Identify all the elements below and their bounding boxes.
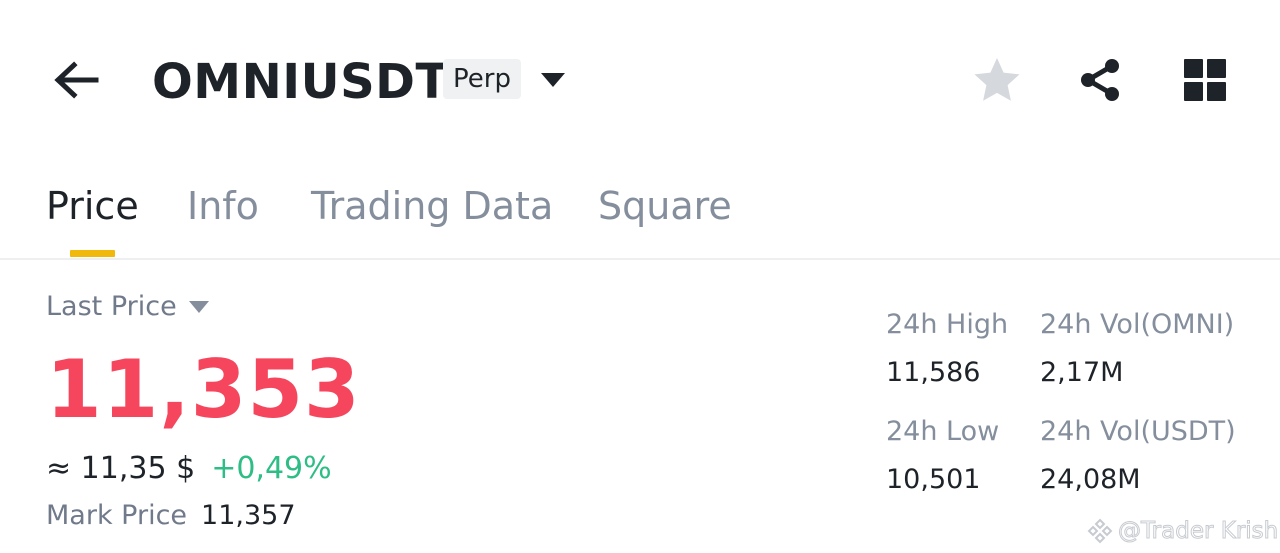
- watermark-logo-icon: [1087, 518, 1113, 544]
- high-24h-label: 24h High: [886, 309, 1009, 340]
- favorite-button[interactable]: [971, 56, 1023, 104]
- low-24h-label: 24h Low: [886, 416, 1000, 447]
- tab-info[interactable]: Info: [187, 180, 259, 232]
- tab-bar: Price Info Trading Data Square: [0, 176, 1280, 260]
- star-icon: [974, 58, 1020, 101]
- more-menu-button[interactable]: [1179, 56, 1231, 104]
- last-price-value: 11,353: [46, 343, 361, 436]
- contract-type-badge: Perp: [443, 59, 521, 99]
- price-change-percent: +0,49%: [211, 451, 332, 486]
- fiat-price-row: ≈ 11,35 $ +0,49%: [46, 448, 332, 490]
- share-icon: [1081, 59, 1119, 101]
- watermark-text: @Trader Krish: [1117, 518, 1279, 545]
- fiat-price-value: ≈ 11,35 $: [46, 451, 196, 486]
- mark-price-value: 11,357: [201, 500, 296, 531]
- arrow-left-icon: [54, 61, 99, 99]
- tab-square[interactable]: Square: [598, 180, 732, 232]
- volume-quote-value: 24,08M: [1040, 464, 1141, 495]
- tab-trading-data[interactable]: Trading Data: [311, 180, 553, 232]
- market-detail-screen: OMNIUSDT Perp Price Info Trading Data Sq…: [0, 0, 1280, 553]
- symbol-title[interactable]: OMNIUSDT: [152, 52, 449, 112]
- grid-icon: [1184, 59, 1226, 101]
- watermark: @Trader Krish: [1086, 514, 1279, 548]
- price-type-selector[interactable]: Last Price: [46, 288, 209, 326]
- mark-price-row: Mark Price 11,357: [46, 496, 296, 536]
- price-type-label: Last Price: [46, 291, 177, 322]
- tab-price[interactable]: Price: [46, 180, 139, 232]
- volume-base-label: 24h Vol(OMNI): [1040, 309, 1235, 340]
- volume-quote-label: 24h Vol(USDT): [1040, 416, 1236, 447]
- symbol-dropdown-toggle[interactable]: [538, 66, 568, 94]
- volume-base-value: 2,17M: [1040, 357, 1124, 388]
- caret-down-icon: [541, 73, 565, 87]
- low-24h-value: 10,501: [886, 464, 981, 495]
- active-tab-indicator: [70, 250, 115, 257]
- back-button[interactable]: [48, 56, 104, 104]
- high-24h-value: 11,586: [886, 357, 981, 388]
- mark-price-label: Mark Price: [46, 500, 188, 531]
- share-button[interactable]: [1074, 56, 1126, 104]
- caret-down-icon: [188, 300, 209, 314]
